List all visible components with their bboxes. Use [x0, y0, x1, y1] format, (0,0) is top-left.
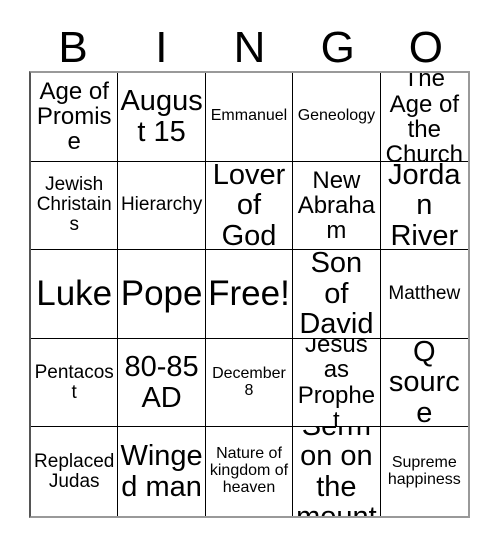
bingo-cell-label: Supreme happiness	[387, 453, 461, 488]
bingo-cell-label: Matthew	[388, 283, 461, 305]
bingo-cell-label: Q source	[388, 338, 460, 428]
bingo-cell-label: The Age of the Church	[385, 73, 463, 162]
bingo-cell[interactable]: Nature of kingdom of heaven	[205, 427, 294, 516]
bingo-cell[interactable]: Age of Promise	[31, 73, 119, 162]
bingo-cell-label: December 8	[212, 364, 286, 399]
bingo-cell-label: Pentacost	[34, 361, 114, 403]
bingo-cell[interactable]: December 8	[205, 338, 294, 428]
bingo-cell[interactable]: Matthew	[380, 250, 468, 339]
bingo-cell-label: Replaced Judas	[34, 450, 115, 492]
bingo-header-letter-i: I	[155, 23, 168, 72]
bingo-cell[interactable]: Q source	[380, 338, 468, 428]
bingo-cell[interactable]: Hierarchy	[118, 161, 206, 251]
bingo-cell[interactable]: Luke	[31, 250, 119, 339]
bingo-cell-label: Jewish Christains	[36, 174, 112, 236]
bingo-cell-label: Emmanuel	[210, 107, 288, 125]
bingo-grid: Age of Promise August 15 Emmanuel Geneol…	[29, 71, 470, 518]
bingo-cell-label: Luke	[36, 273, 113, 313]
bingo-cell[interactable]: New Abraham	[293, 161, 381, 251]
bingo-header-row: B I N G O	[29, 18, 470, 71]
bingo-cell[interactable]: Lover of God	[205, 161, 294, 251]
bingo-cell[interactable]: Pentacost	[31, 338, 119, 428]
bingo-header-letter-g: G	[320, 23, 355, 72]
bingo-cell-label: Jordan River	[388, 161, 461, 251]
bingo-cell[interactable]: Winged man	[118, 427, 206, 516]
bingo-cell[interactable]: Supreme happiness	[380, 427, 468, 516]
bingo-cell-label: 80-85 AD	[124, 351, 199, 414]
bingo-cell[interactable]: Son of David	[293, 250, 381, 339]
bingo-header-letter-o: O	[408, 23, 444, 72]
bingo-cell-free-space[interactable]: Free!	[205, 250, 294, 339]
bingo-cell[interactable]: The Age of the Church	[380, 73, 468, 162]
bingo-cell-label: New Abraham	[297, 166, 376, 244]
bingo-cell-label: Free!	[208, 273, 290, 313]
bingo-cell[interactable]: Jesus as Prophet	[293, 338, 381, 428]
bingo-cell-label: Pope	[120, 273, 203, 313]
bingo-cell-label: Sermon on the mount	[296, 427, 377, 516]
bingo-cell[interactable]: Emmanuel	[205, 73, 294, 162]
bingo-card: B I N G O Age of Promise August 15 Emman…	[0, 0, 500, 544]
bingo-cell-label: Son of David	[299, 250, 374, 339]
bingo-cell[interactable]: Jordan River	[380, 161, 468, 251]
bingo-cell[interactable]: Jewish Christains	[31, 161, 119, 251]
bingo-cell-label: Lover of God	[212, 161, 286, 251]
bingo-cell[interactable]: Sermon on the mount	[293, 427, 381, 516]
bingo-cell-label: August 15	[120, 85, 203, 148]
bingo-cell-label: Geneology	[297, 107, 376, 125]
bingo-header-letter-b: B	[58, 23, 88, 72]
bingo-cell-label: Hierarchy	[120, 194, 203, 216]
bingo-header-letter-n: N	[233, 23, 266, 72]
bingo-cell-label: Jesus as Prophet	[297, 338, 376, 428]
bingo-cell[interactable]: Geneology	[293, 73, 381, 162]
bingo-cell[interactable]: 80-85 AD	[118, 338, 206, 428]
bingo-cell[interactable]: August 15	[118, 73, 206, 162]
bingo-cell-label: Nature of kingdom of heaven	[209, 445, 289, 497]
bingo-cell[interactable]: Replaced Judas	[31, 427, 119, 516]
bingo-cell-label: Age of Promise	[36, 78, 112, 156]
bingo-cell-label: Winged man	[120, 440, 203, 503]
bingo-cell[interactable]: Pope	[118, 250, 206, 339]
